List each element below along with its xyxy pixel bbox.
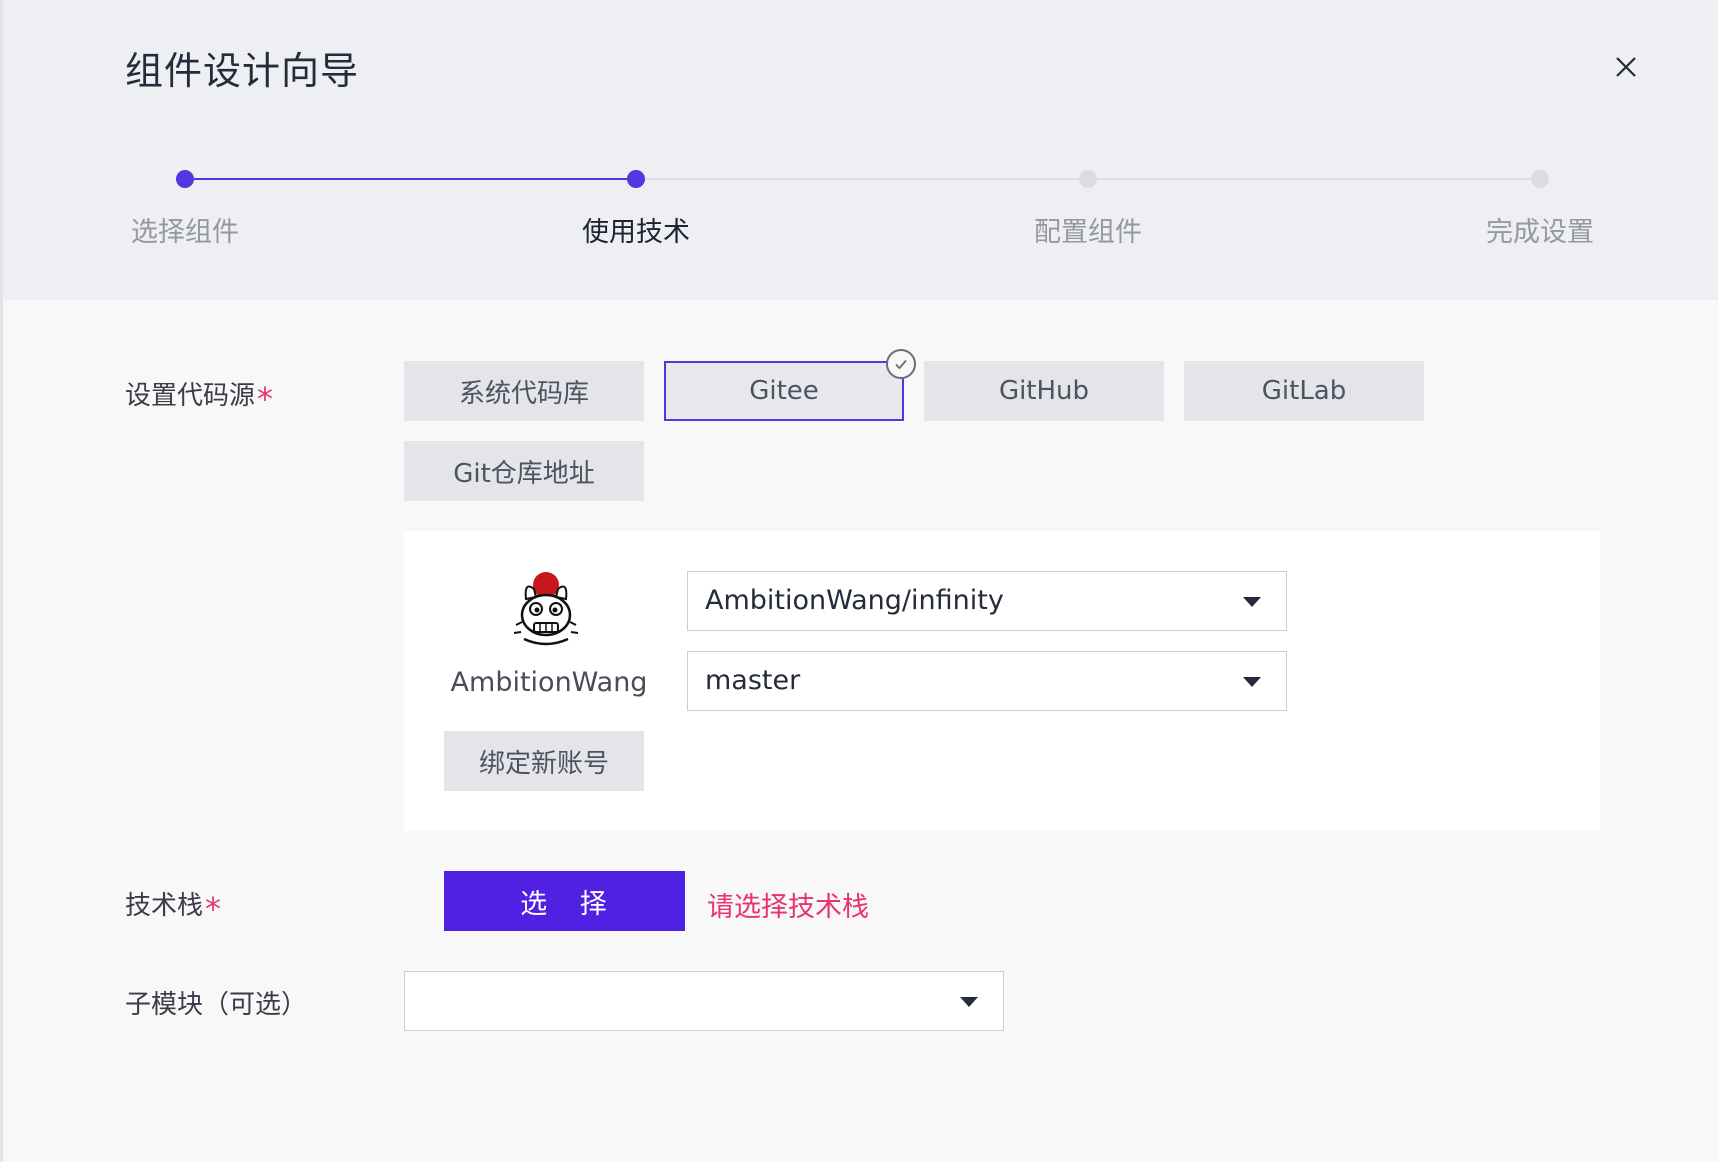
close-icon[interactable] [1611,52,1641,82]
source-option-github[interactable]: GitHub [924,361,1164,421]
source-option-label: 系统代码库 [458,378,589,409]
step-label-4[interactable]: 完成设置 [1420,210,1660,249]
tech-stack-error: 请选择技术栈 [707,892,869,923]
submodule-label: 子模块（可选） [125,990,308,1020]
source-option-label: GitLab [1261,376,1347,406]
source-option-git-url[interactable]: Git仓库地址 [404,441,644,501]
chevron-down-icon [1243,677,1261,687]
chevron-down-icon [1243,597,1261,607]
chevron-down-icon [960,997,978,1007]
source-option-label: Gitee [749,376,819,406]
source-option-label: GitHub [998,376,1090,406]
step-label-2[interactable]: 使用技术 [516,210,756,249]
account-name: AmbitionWang [450,667,648,698]
source-option-label: Git仓库地址 [453,458,595,489]
component-wizard-dialog: 组件设计向导 选择组件 使用技术 配置组件 完成设置 设置代码源* 系统代码库 [3,0,1718,1162]
source-option-gitlab[interactable]: GitLab [1184,361,1424,421]
step-connector-1 [185,178,636,180]
step-dot-3[interactable] [1079,170,1097,188]
tech-stack-label-text: 技术栈 [125,891,204,921]
step-dot-2[interactable] [627,170,645,188]
step-label-3[interactable]: 配置组件 [968,210,1208,249]
step-connector-2 [636,178,1088,180]
code-source-label: 设置代码源* [125,374,273,418]
dialog-header: 组件设计向导 选择组件 使用技术 配置组件 完成设置 [3,0,1718,300]
dialog-title: 组件设计向导 [125,49,360,93]
step-dot-1[interactable] [176,170,194,188]
avatar [506,569,586,649]
source-option-system-repo[interactable]: 系统代码库 [404,361,644,421]
choose-tech-stack-button[interactable]: 选 择 [444,871,685,931]
branch-select[interactable]: master [687,651,1287,711]
step-connector-3 [1088,178,1540,180]
required-mark: * [205,890,222,928]
code-source-label-text: 设置代码源 [125,381,256,411]
tech-stack-label: 技术栈* [125,884,221,928]
branch-select-value: master [705,665,801,696]
required-mark: * [257,380,274,418]
check-circle-icon [886,349,916,379]
repository-select-value: AmbitionWang/infinity [705,585,1004,616]
submodule-select[interactable] [404,971,1004,1031]
step-dot-4[interactable] [1531,170,1549,188]
bind-new-account-button[interactable]: 绑定新账号 [444,731,644,791]
account-panel: AmbitionWang 绑定新账号 AmbitionWang/infinity… [404,531,1600,831]
source-option-gitee[interactable]: Gitee [664,349,916,421]
step-label-1[interactable]: 选择组件 [65,210,305,249]
repository-select[interactable]: AmbitionWang/infinity [687,571,1287,631]
